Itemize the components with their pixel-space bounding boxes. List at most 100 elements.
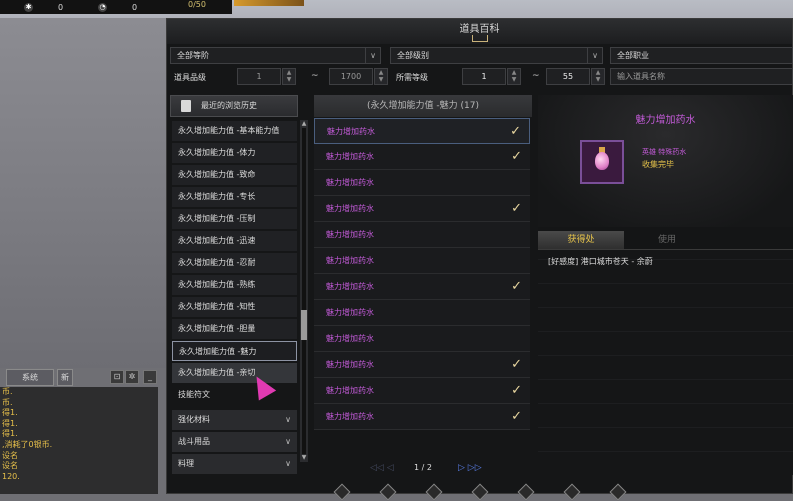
minimize-icon[interactable]: _ bbox=[143, 370, 157, 384]
req-max-input[interactable]: 55 bbox=[546, 68, 590, 85]
chat-line: 设名 bbox=[2, 461, 18, 471]
item-row[interactable]: 魅力增加药水 bbox=[314, 170, 530, 196]
tab-acquire[interactable]: 获得处 bbox=[538, 231, 624, 249]
category-item[interactable]: 永久增加能力值 -专长 bbox=[172, 187, 297, 207]
window-title: 道具百科 bbox=[459, 24, 500, 35]
scroll-down-icon[interactable]: ▼ bbox=[300, 454, 308, 462]
item-row[interactable]: 魅力增加药水 bbox=[314, 248, 530, 274]
quality-min-stepper[interactable]: ▲ ▼ bbox=[282, 68, 296, 85]
game-background-left bbox=[0, 18, 166, 368]
quality-max-input[interactable]: 1700 bbox=[329, 68, 373, 85]
chat-line: 币. bbox=[2, 397, 13, 407]
item-list-header: (永久增加能力值 -魅力 (17) bbox=[314, 95, 532, 117]
item-row-name: 魅力增加药水 bbox=[326, 178, 374, 187]
category-item[interactable]: 技能符文 bbox=[172, 385, 297, 405]
level-select[interactable]: 全部等阶 ∨ bbox=[170, 47, 381, 64]
quality-min-input[interactable]: 1 bbox=[237, 68, 281, 85]
item-row[interactable]: 魅力增加药水 ✓ bbox=[314, 404, 530, 430]
prev-page-icon[interactable]: ◁◁ ◁ bbox=[370, 463, 394, 473]
chat-line: 得1. bbox=[2, 429, 18, 439]
chat-tabs: 系统 新 ⊡ ✲ _ bbox=[0, 368, 158, 386]
scroll-track[interactable] bbox=[302, 128, 306, 454]
item-row[interactable]: 魅力增加药水 ✓ bbox=[314, 274, 530, 300]
req-min-input[interactable]: 1 bbox=[462, 68, 506, 85]
category-item[interactable]: 永久增加能力值 -压制 bbox=[172, 209, 297, 229]
item-row-name: 魅力增加药水 bbox=[326, 308, 374, 317]
star-icon: ✱ bbox=[24, 2, 33, 12]
item-search-input[interactable]: 输入道具名称 bbox=[610, 68, 793, 85]
item-row[interactable]: 魅力增加药水 ✓ bbox=[314, 118, 530, 144]
chat-tab-system[interactable]: 系统 bbox=[6, 369, 54, 386]
category-group-label: 战斗用品 bbox=[178, 437, 210, 446]
collection-status: 收集完毕 bbox=[642, 160, 674, 169]
category-item[interactable]: 永久增加能力值 -熟练 bbox=[172, 275, 297, 295]
category-group-label: 料理 bbox=[178, 459, 194, 468]
job-select-value: 全部职业 bbox=[617, 51, 649, 60]
item-row-name: 魅力增加药水 bbox=[326, 204, 374, 213]
quality-range-separator: ~ bbox=[311, 71, 319, 81]
checkmark-icon: ✓ bbox=[511, 279, 522, 294]
clock-icon: ◔ bbox=[98, 2, 107, 12]
category-scrollbar[interactable]: ▲ ▼ bbox=[300, 120, 308, 462]
item-row-name: 魅力增加药水 bbox=[326, 256, 374, 265]
scroll-up-icon[interactable]: ▲ bbox=[300, 120, 308, 128]
category-item[interactable]: 永久增加能力值 -忍耐 bbox=[172, 253, 297, 273]
recent-history-button[interactable]: 最近的浏览历史 bbox=[170, 95, 298, 117]
item-row-name: 魅力增加药水 bbox=[326, 152, 374, 161]
tab-use[interactable]: 使用 bbox=[624, 231, 710, 249]
category-group[interactable]: 料理 ∨ bbox=[172, 454, 297, 474]
quality-max-stepper[interactable]: ▲ ▼ bbox=[374, 68, 388, 85]
recent-history-label: 最近的浏览历史 bbox=[201, 101, 257, 110]
checkmark-icon: ✓ bbox=[511, 409, 522, 424]
next-page-icon[interactable]: ▷ ▷▷ bbox=[458, 463, 482, 473]
acquisition-list bbox=[538, 250, 793, 475]
lock-icon[interactable]: ⊡ bbox=[110, 370, 124, 384]
chat-tab-new[interactable]: 新 bbox=[57, 369, 73, 386]
detail-tabs: 获得处 使用 bbox=[538, 231, 793, 250]
category-group[interactable]: 战斗用品 ∨ bbox=[172, 432, 297, 452]
chat-window: 系统 新 ⊡ ✲ _ 币. 币. 得1. 得1. 得1. ,消耗了0银币. 设名 设名 120. bbox=[0, 368, 158, 494]
category-item[interactable]: 永久增加能力值 -胆量 bbox=[172, 319, 297, 339]
category-item[interactable]: 永久增加能力值 -致命 bbox=[172, 165, 297, 185]
window-title-bar[interactable]: 道具百科 bbox=[167, 19, 792, 44]
item-detail-panel: 魅力增加药水 英雄 特殊药水 收集完毕 获得处 使用 [好感度] 港口城市苍天 … bbox=[538, 95, 793, 475]
category-item[interactable]: 永久增加能力值 -体力 bbox=[172, 143, 297, 163]
item-grade-tag: 英雄 特殊药水 bbox=[642, 148, 687, 156]
item-row-name: 魅力增加药水 bbox=[326, 360, 374, 369]
category-group[interactable]: 强化材料 ∨ bbox=[172, 410, 297, 430]
category-item[interactable]: 永久增加能力值 -知性 bbox=[172, 297, 297, 317]
checkmark-icon: ✓ bbox=[511, 357, 522, 372]
checkmark-icon: ✓ bbox=[510, 124, 521, 139]
level-select-value: 全部等阶 bbox=[177, 51, 209, 60]
item-row[interactable]: 魅力增加药水 bbox=[314, 222, 530, 248]
grade-select-value: 全部级别 bbox=[397, 51, 429, 60]
category-item[interactable]: 永久增加能力值 -迅速 bbox=[172, 231, 297, 251]
chat-log: 币. 币. 得1. 得1. 得1. ,消耗了0银币. 设名 设名 120. bbox=[0, 387, 158, 494]
scroll-thumb[interactable] bbox=[301, 310, 307, 340]
item-row-name: 魅力增加药水 bbox=[326, 386, 374, 395]
item-row-name: 魅力增加药水 bbox=[326, 412, 374, 421]
bottom-hotbar-ornament bbox=[322, 483, 662, 501]
acquire-location[interactable]: [好感度] 港口城市苍天 - 余蔚 bbox=[548, 256, 653, 267]
item-row[interactable]: 魅力增加药水 ✓ bbox=[314, 196, 530, 222]
gear-icon[interactable]: ✲ bbox=[125, 370, 139, 384]
item-row-name: 魅力增加药水 bbox=[327, 127, 375, 136]
job-select[interactable]: 全部职业 bbox=[610, 47, 793, 64]
potion-icon[interactable] bbox=[580, 140, 624, 184]
grade-select[interactable]: 全部级别 ∨ bbox=[390, 47, 603, 64]
category-item[interactable]: 永久增加能力值 -基本能力值 bbox=[172, 121, 297, 141]
item-row[interactable]: 魅力增加药水 bbox=[314, 300, 530, 326]
req-min-stepper[interactable]: ▲ ▼ bbox=[507, 68, 521, 85]
chat-line: 设名 bbox=[2, 450, 18, 460]
item-row[interactable]: 魅力增加药水 ✓ bbox=[314, 378, 530, 404]
category-item[interactable]: 永久增加能力值 -魅力 bbox=[172, 341, 297, 361]
item-row[interactable]: 魅力增加药水 bbox=[314, 326, 530, 352]
req-max-stepper[interactable]: ▲ ▼ bbox=[591, 68, 605, 85]
item-row[interactable]: 魅力增加药水 ✓ bbox=[314, 352, 530, 378]
item-row[interactable]: 魅力增加药水 ✓ bbox=[314, 144, 530, 170]
category-item[interactable]: 永久增加能力值 -亲切 bbox=[172, 363, 297, 383]
character-portrait bbox=[234, 0, 304, 6]
chat-line: 120. bbox=[2, 471, 20, 481]
chat-line: 得1. bbox=[2, 418, 18, 428]
chat-line: 得1. bbox=[2, 408, 18, 418]
